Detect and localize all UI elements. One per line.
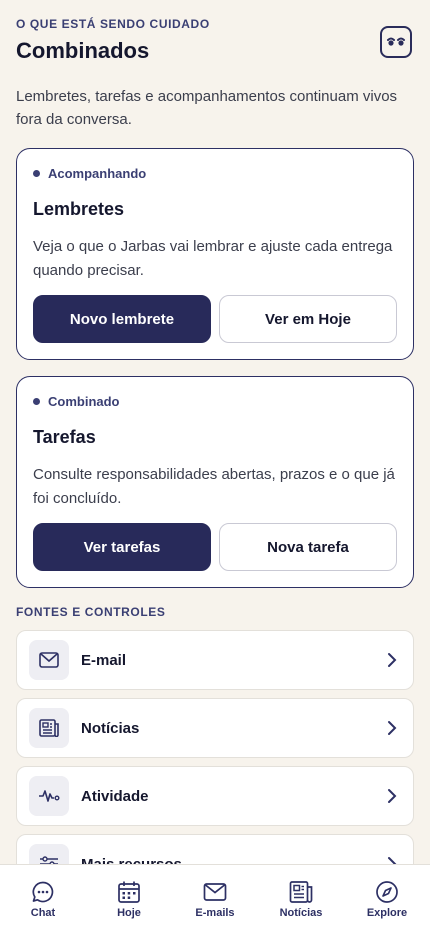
- chevron-right-icon: [387, 788, 397, 804]
- card-title: Lembretes: [33, 199, 125, 219]
- mascot-eyes-icon: [387, 37, 405, 46]
- card-description: Veja o que o Jarbas vai lembrar e ajuste…: [33, 238, 393, 279]
- tab-hoje[interactable]: Hoje: [86, 865, 172, 932]
- status-label: Combinado: [48, 394, 120, 409]
- status-dot: [33, 170, 40, 177]
- card-title: Tarefas: [33, 427, 96, 447]
- mail-icon: [29, 640, 69, 680]
- source-item-email[interactable]: E-mail: [16, 630, 414, 690]
- activity-icon: [29, 776, 69, 816]
- page-title: Combinados: [16, 38, 150, 63]
- chevron-right-icon: [387, 652, 397, 668]
- calendar-icon: [118, 881, 140, 903]
- sources-section-label: FONTES E CONTROLES: [16, 605, 166, 619]
- tab-noticias[interactable]: Notícias: [258, 865, 344, 932]
- view-tasks-button[interactable]: Ver tarefas: [33, 523, 211, 571]
- source-item-more[interactable]: Mais recursos: [16, 834, 414, 864]
- source-item-news[interactable]: Notícias: [16, 698, 414, 758]
- mascot-avatar-button[interactable]: [380, 26, 412, 58]
- source-item-activity[interactable]: Atividade: [16, 766, 414, 826]
- source-item-label: Atividade: [81, 787, 149, 805]
- tab-label: Chat: [30, 907, 56, 919]
- newspaper-icon: [29, 708, 69, 748]
- card-description: Consulte responsabilidades abertas, praz…: [33, 466, 395, 507]
- status-dot: [33, 398, 40, 405]
- status-badge: Combinado: [33, 394, 120, 409]
- status-label: Acompanhando: [48, 166, 147, 181]
- tab-explore[interactable]: Explore: [344, 865, 430, 932]
- new-task-button[interactable]: Nova tarefa: [219, 523, 397, 571]
- tab-chat[interactable]: Chat: [0, 865, 86, 932]
- source-item-label: E-mail: [81, 651, 127, 669]
- new-reminder-button[interactable]: Novo lembrete: [33, 295, 211, 343]
- tasks-card: Combinado Tarefas Consulte responsabilid…: [16, 376, 414, 588]
- status-badge: Acompanhando: [33, 166, 146, 181]
- tab-label: Hoje: [117, 907, 141, 919]
- source-item-label: Mais recursos: [81, 855, 182, 865]
- reminders-card: Acompanhando Lembretes Veja o que o Jarb…: [16, 148, 414, 360]
- compass-icon: [376, 881, 398, 903]
- newspaper-icon: [289, 881, 313, 903]
- tab-emails[interactable]: E-mails: [172, 865, 258, 932]
- bottom-tab-bar: Chat Hoje E-mails Notícias Explore: [0, 864, 430, 932]
- intro-text: Lembretes, tarefas e acompanhamentos con…: [16, 88, 398, 128]
- section-eyebrow: O QUE ESTÁ SENDO CUIDADO: [16, 17, 210, 31]
- sliders-icon: [29, 844, 69, 864]
- mail-icon: [203, 883, 227, 901]
- tab-label: Explore: [366, 907, 408, 919]
- tab-label: Notícias: [279, 907, 323, 919]
- source-item-label: Notícias: [81, 719, 140, 737]
- main-content: O QUE ESTÁ SENDO CUIDADO Combinados Lemb…: [0, 0, 430, 864]
- view-today-button[interactable]: Ver em Hoje: [219, 295, 397, 343]
- chevron-right-icon: [387, 720, 397, 736]
- chat-icon: [32, 881, 54, 903]
- chevron-right-icon: [387, 856, 397, 864]
- tab-label: E-mails: [195, 907, 235, 919]
